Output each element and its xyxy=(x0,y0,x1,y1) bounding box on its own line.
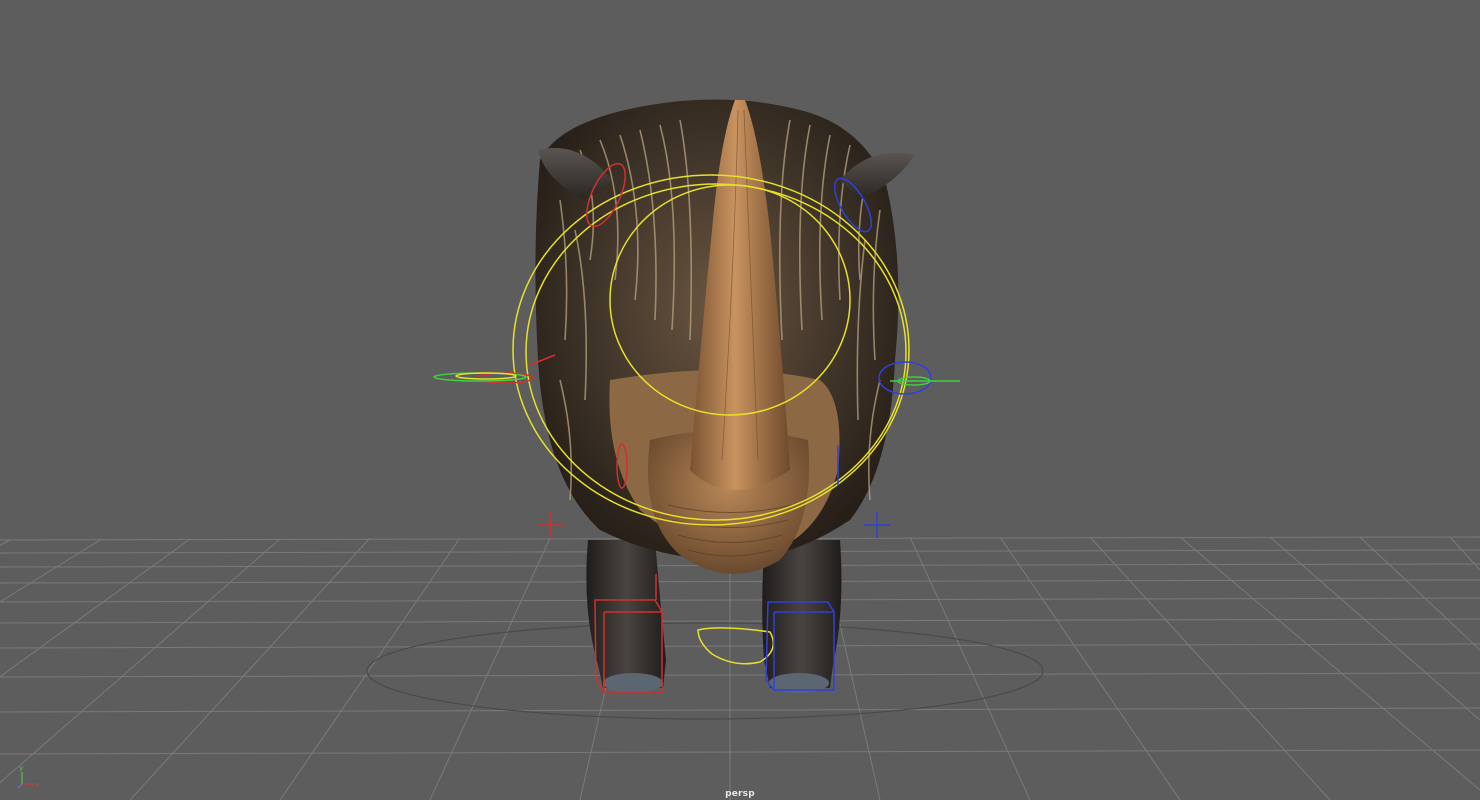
axis-y-label: y xyxy=(19,764,23,772)
scene-canvas[interactable] xyxy=(0,0,1480,800)
axis-x-label: x xyxy=(35,781,39,789)
front-left-leg xyxy=(586,540,666,688)
ground-grid xyxy=(0,536,1480,800)
maya-viewport[interactable]: y x persp xyxy=(0,0,1480,800)
camera-label: persp xyxy=(725,789,755,799)
root-control xyxy=(366,622,1044,720)
rhino-model xyxy=(535,99,914,693)
axis-gizmo: y x xyxy=(17,764,39,789)
